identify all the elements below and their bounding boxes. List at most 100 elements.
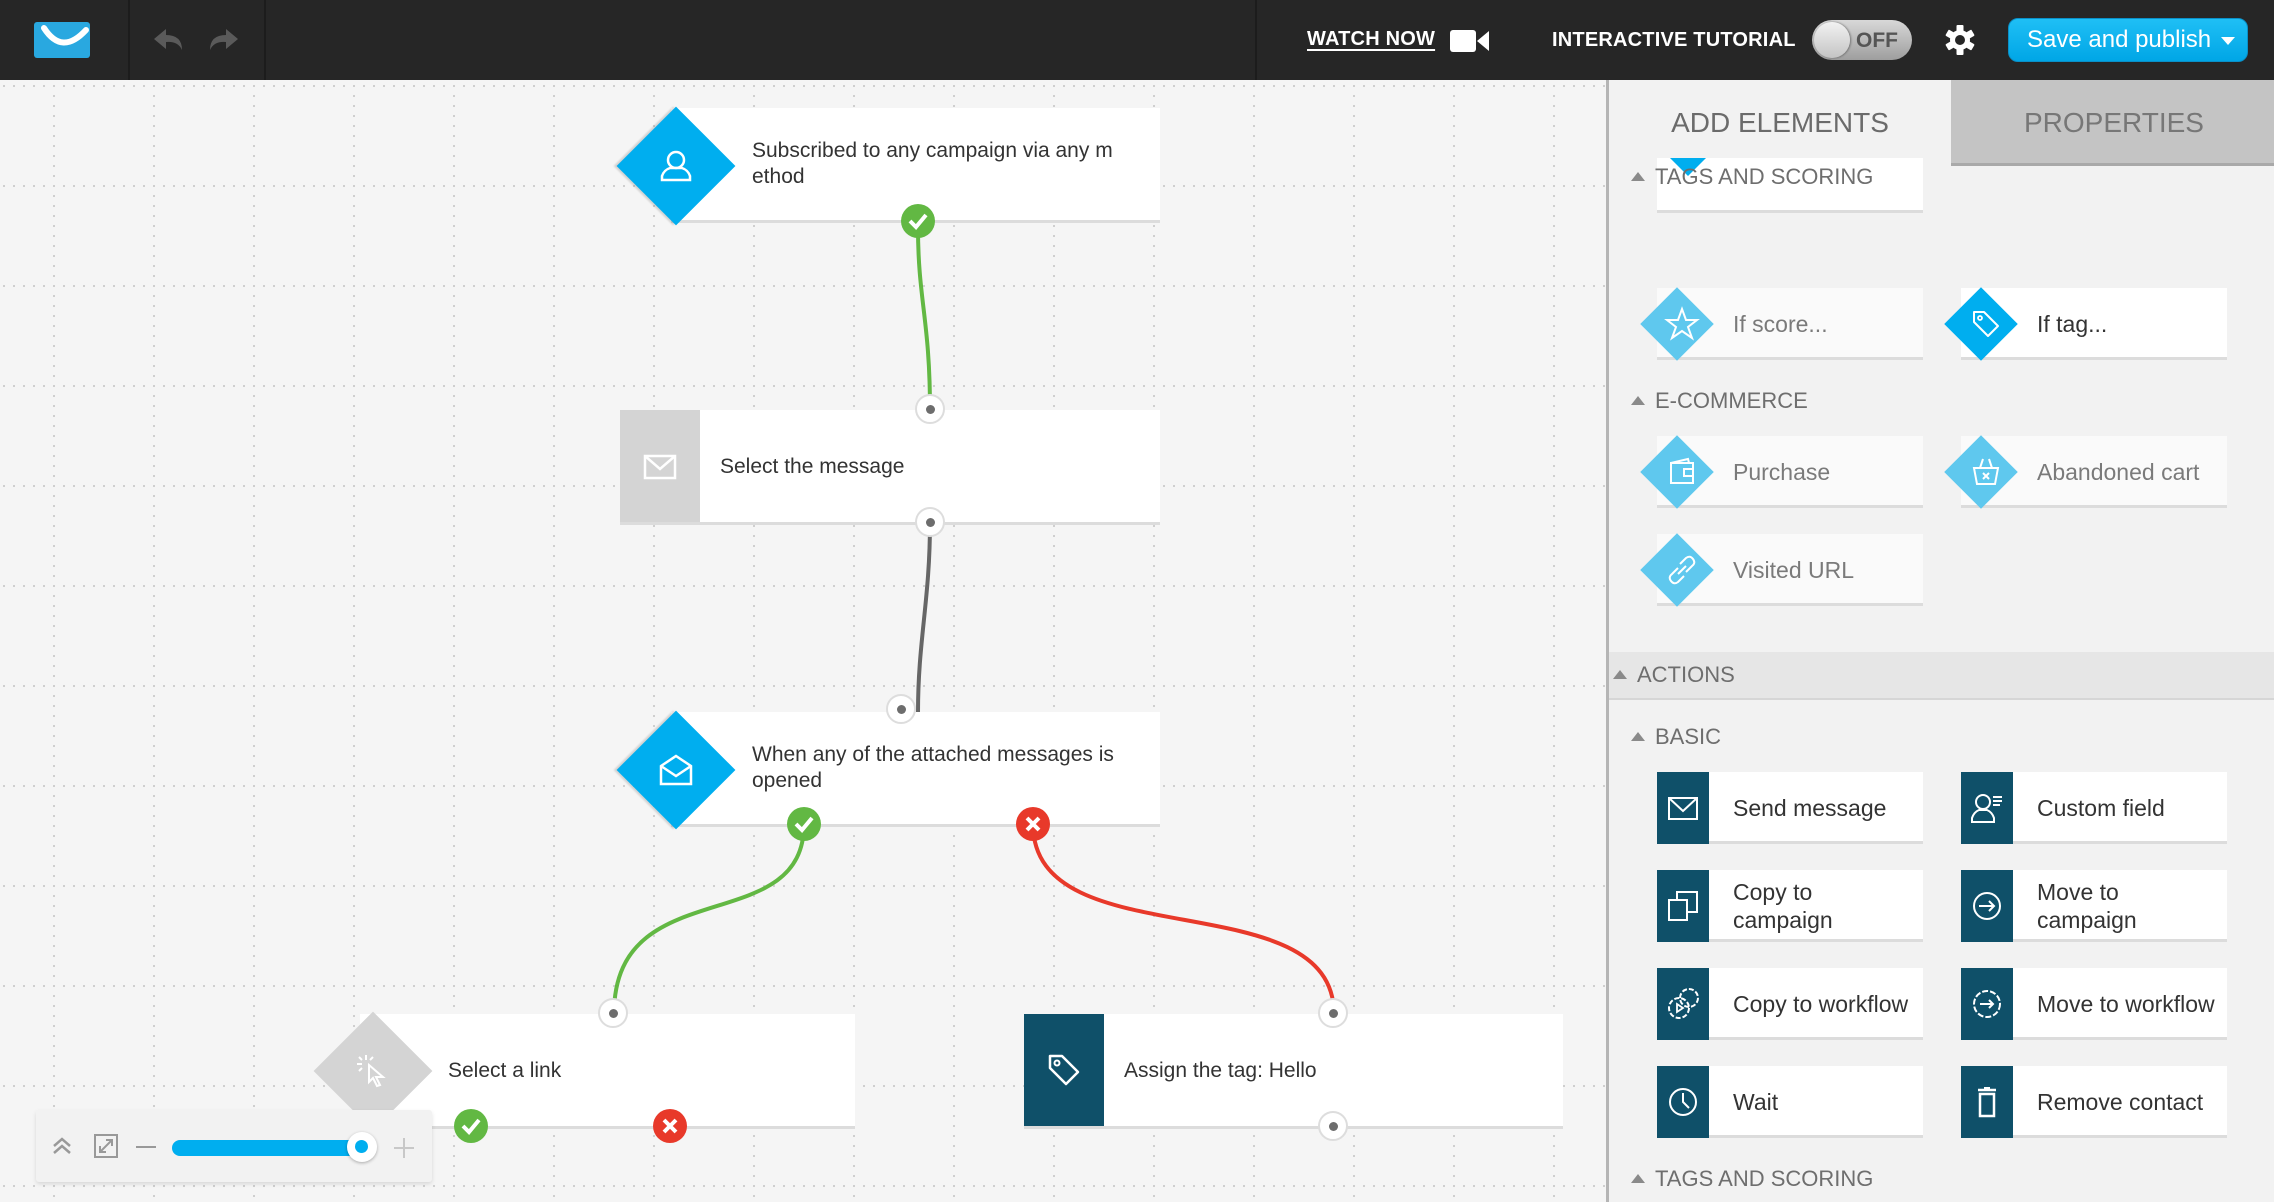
undo-icon[interactable] [152, 26, 186, 54]
node-label: Subscribed to any campaign via any m eth… [752, 139, 1113, 188]
yes-branch-handle[interactable] [901, 204, 935, 238]
action-icon-box [1657, 772, 1709, 844]
no-branch-handle[interactable] [1016, 807, 1050, 841]
element-label: Copy to workflow [1733, 991, 1909, 1017]
action-icon-box [1961, 968, 2013, 1040]
x-icon [662, 1118, 678, 1134]
envelope-icon [643, 454, 677, 480]
open-envelope-icon [659, 754, 693, 786]
section-label: ACTIONS [1637, 662, 1735, 687]
element-label: Visited URL [1733, 557, 1855, 583]
zoom-slider-thumb[interactable] [347, 1132, 377, 1162]
collapse-up-icon[interactable] [50, 1134, 74, 1158]
node-label: When any of the attached messages is ope… [752, 743, 1114, 792]
gear-icon[interactable] [1944, 24, 1976, 56]
divider [264, 0, 266, 80]
fit-to-screen-icon[interactable] [94, 1134, 118, 1158]
element-purchase[interactable]: Purchase [1640, 435, 1923, 509]
checkmark-icon [461, 1118, 481, 1135]
action-send-message[interactable]: Send message [1657, 772, 1923, 844]
action-icon-box [1961, 1066, 2013, 1138]
output-port[interactable] [1318, 1111, 1348, 1141]
input-port[interactable] [915, 394, 945, 424]
save-and-publish-button[interactable]: Save and publish [2008, 18, 2248, 62]
yes-branch-handle[interactable] [787, 807, 821, 841]
element-label: Send message [1733, 795, 1887, 821]
tag-icon [1048, 1054, 1080, 1086]
action-wait[interactable]: Wait [1657, 1066, 1923, 1138]
trash-icon [1978, 1087, 1996, 1118]
connection-opened-yes-to-select-link [612, 823, 806, 1015]
section-label: TAGS AND SCORING [1655, 1166, 1874, 1191]
element-abandoned-cart[interactable]: Abandoned cart [1944, 435, 2227, 509]
action-copy-to-workflow[interactable]: Copy to workflow [1657, 968, 1923, 1040]
action-custom-field[interactable]: Custom field [1961, 772, 2227, 844]
collapse-triangle-icon [1613, 670, 1627, 679]
section-e-commerce[interactable]: E-COMMERCE [1631, 388, 1808, 414]
watch-now-link[interactable]: WATCH NOW [1307, 28, 1435, 51]
zoom-in-button[interactable] [394, 1138, 414, 1158]
action-icon-box [1657, 1066, 1709, 1138]
element-if-score[interactable]: If score... [1640, 287, 1923, 361]
save-and-publish-label: Save and publish [2027, 26, 2212, 53]
wallet-icon [1670, 457, 1694, 484]
node-label: Select a link [448, 1059, 562, 1082]
gear-copy-icon [1668, 988, 1699, 1019]
tab-add-elements[interactable]: ADD ELEMENTS [1609, 80, 1951, 166]
node-select-link[interactable]: Select a link [360, 1014, 855, 1129]
input-port[interactable] [1318, 998, 1348, 1028]
top-bar: WATCH NOW INTERACTIVE TUTORIAL OFF Save … [0, 0, 2274, 80]
tutorial-toggle[interactable]: OFF [1812, 20, 1912, 60]
input-port[interactable] [886, 694, 916, 724]
tab-properties[interactable]: PROPERTIES [1951, 80, 2274, 166]
section-label: E-COMMERCE [1655, 388, 1808, 413]
element-visited-url[interactable]: Visited URL [1640, 533, 1923, 607]
node-label: Assign the tag: Hello [1124, 1059, 1317, 1082]
section-label: TAGS AND SCORING [1655, 164, 1874, 189]
zoom-slider-track[interactable] [172, 1140, 362, 1156]
divider [1255, 0, 1257, 80]
element-if-tag[interactable]: If tag... [1944, 287, 2227, 361]
video-camera-icon[interactable] [1450, 28, 1490, 54]
node-message-opened-condition[interactable]: When any of the attached messages is ope… [671, 712, 1160, 827]
section-actions-header[interactable]: ACTIONS [1609, 652, 2274, 700]
section-tags-and-scoring[interactable]: TAGS AND SCORING [1631, 164, 1873, 190]
workflow-canvas[interactable]: Subscribed to any campaign via any m eth… [0, 80, 1606, 1202]
element-label: Purchase [1733, 459, 1831, 485]
node-select-message[interactable]: Select the message [620, 410, 1160, 525]
yes-branch-handle[interactable] [454, 1109, 488, 1143]
action-icon-box [1961, 870, 2013, 942]
side-panel: ADD ELEMENTS PROPERTIES TAGS AND SCORING… [1606, 80, 2274, 1202]
user-field-icon [1971, 794, 2002, 823]
basket-icon [1972, 458, 2000, 485]
connection-select-message-to-opened [916, 521, 932, 713]
action-move-to-campaign[interactable]: Move to campaign [1961, 870, 2227, 942]
collapse-triangle-icon [1631, 732, 1645, 741]
action-icon-box [1961, 772, 2013, 844]
output-port[interactable] [915, 507, 945, 537]
node-label: Select the message [720, 455, 905, 478]
section-basic[interactable]: BASIC [1631, 724, 1721, 750]
redo-icon[interactable] [206, 26, 240, 54]
node-assign-tag[interactable]: Assign the tag: Hello [1024, 1014, 1563, 1129]
envelope-icon [1668, 797, 1698, 820]
collapse-triangle-icon [1631, 396, 1645, 405]
toggle-state: OFF [1856, 29, 1898, 52]
action-icon-box [1657, 870, 1709, 942]
node-opened-icon-diamond[interactable] [616, 710, 736, 830]
toggle-knob [1814, 22, 1850, 58]
section-tags-and-scoring-actions[interactable]: TAGS AND SCORING [1631, 1166, 1873, 1192]
input-port[interactable] [598, 998, 628, 1028]
action-copy-to-campaign[interactable]: Copy to campaign [1657, 870, 1923, 942]
element-label: Move to workflow [2037, 991, 2215, 1017]
action-move-to-workflow[interactable]: Move to workflow [1961, 968, 2227, 1040]
connection-subscribed-to-select-message [916, 227, 932, 411]
node-subscribed-icon-diamond[interactable] [616, 106, 736, 226]
dropdown-caret-icon[interactable] [2221, 37, 2235, 45]
no-branch-handle[interactable] [653, 1109, 687, 1143]
action-remove-contact[interactable]: Remove contact [1961, 1066, 2227, 1138]
x-icon [1025, 816, 1041, 832]
action-icon-box [1657, 968, 1709, 1040]
zoom-out-button[interactable] [136, 1146, 156, 1148]
app-logo[interactable] [34, 22, 90, 58]
